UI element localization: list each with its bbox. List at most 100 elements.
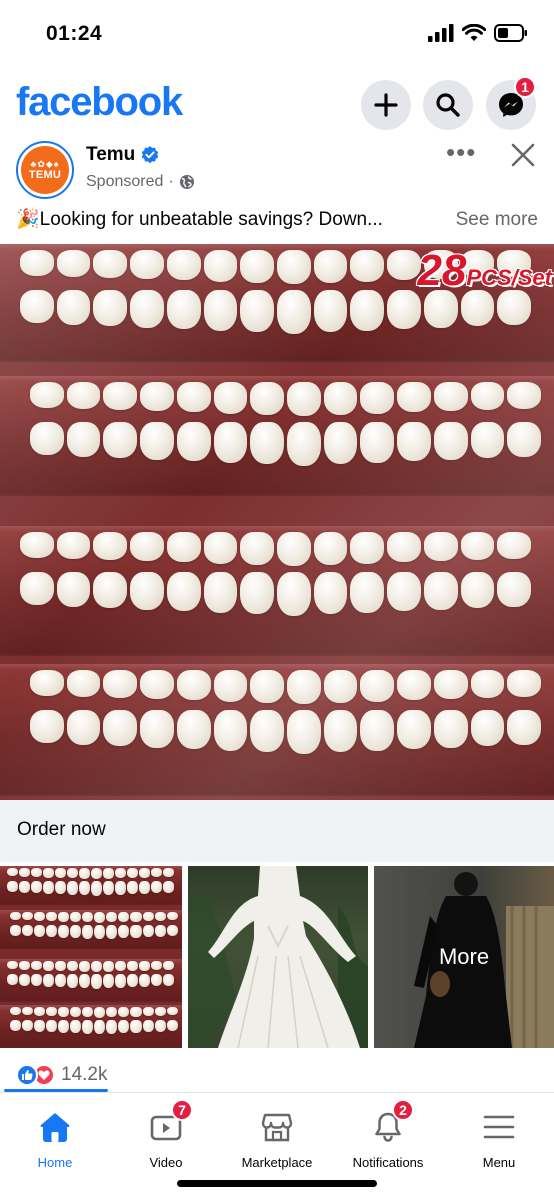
- tooth: [70, 924, 82, 939]
- nav-label-video: Video: [149, 1155, 183, 1170]
- wifi-icon: [462, 24, 486, 41]
- tooth: [9, 1006, 21, 1015]
- tooth: [130, 924, 142, 938]
- tooth: [6, 867, 18, 877]
- status-time: 01:24: [46, 22, 103, 45]
- nav-home[interactable]: Home: [0, 1101, 110, 1173]
- tooth: [103, 974, 115, 989]
- tooth: [94, 911, 106, 923]
- tooth: [127, 961, 139, 972]
- notifications-badge: 2: [392, 1099, 414, 1121]
- tooth: [94, 1006, 106, 1018]
- search-icon: [436, 93, 460, 117]
- tooth: [103, 867, 115, 879]
- tooth: [6, 881, 18, 893]
- nav-video[interactable]: 7 Video: [111, 1099, 221, 1173]
- tooth: [130, 1019, 142, 1033]
- order-now-bar[interactable]: Order now: [0, 800, 554, 862]
- tooth: [78, 881, 90, 896]
- tooth: [154, 911, 166, 921]
- tooth: [46, 924, 58, 938]
- tooth: [130, 911, 142, 922]
- search-button[interactable]: [423, 80, 473, 130]
- tooth: [139, 867, 151, 878]
- tooth: [103, 881, 115, 896]
- tooth: [142, 924, 154, 938]
- tooth: [46, 1019, 58, 1033]
- page-name-label: Temu: [86, 144, 136, 165]
- tooth: [163, 881, 175, 893]
- nav-menu[interactable]: Menu: [444, 1101, 554, 1173]
- carousel-item-teeth[interactable]: [0, 866, 182, 1048]
- white-dress-image: [188, 866, 368, 1048]
- post-caption: 🎉Looking for unbeatable savings? Down...…: [16, 206, 540, 234]
- close-icon[interactable]: [508, 140, 538, 170]
- facebook-logo[interactable]: facebook: [16, 80, 183, 125]
- tooth: [142, 1006, 154, 1017]
- tooth: [30, 867, 42, 878]
- sponsored-line: Sponsored ·: [86, 173, 195, 191]
- tooth: [58, 924, 70, 938]
- tooth: [142, 911, 154, 922]
- tooth: [34, 1019, 46, 1032]
- page-name[interactable]: Temu: [86, 144, 159, 166]
- tooth: [34, 1006, 46, 1016]
- tooth: [46, 911, 58, 922]
- post-image[interactable]: 28PCS/Set: [0, 244, 554, 800]
- product-carousel: More: [0, 866, 554, 1048]
- tooth: [163, 974, 175, 986]
- page-avatar[interactable]: ♣✿◆♠ TEMU: [16, 141, 74, 199]
- tooth: [34, 911, 46, 921]
- tooth: [58, 1006, 70, 1017]
- sponsored-label: Sponsored: [86, 173, 164, 190]
- see-more-link[interactable]: See more: [449, 206, 538, 234]
- tooth: [58, 1019, 70, 1033]
- nav-label-menu: Menu: [482, 1155, 516, 1170]
- tooth: [42, 974, 54, 987]
- battery-icon: [494, 24, 527, 42]
- reaction-count: 14.2k: [61, 1064, 108, 1085]
- home-icon: [37, 1109, 73, 1145]
- separator-dot: ·: [168, 173, 174, 190]
- nav-marketplace[interactable]: Marketplace: [222, 1101, 332, 1173]
- promo-number: 28: [417, 246, 467, 295]
- more-label: More: [374, 866, 554, 1048]
- app-header: facebook 1: [0, 76, 554, 134]
- tooth: [66, 867, 78, 879]
- tooth: [18, 961, 30, 970]
- messenger-button[interactable]: 1: [486, 76, 536, 130]
- tooth: [106, 924, 118, 939]
- tooth: [82, 924, 94, 939]
- tooth: [127, 867, 139, 878]
- tooth: [78, 974, 90, 989]
- tooth: [9, 911, 21, 920]
- tooth: [9, 924, 21, 936]
- tooth: [78, 867, 90, 879]
- carousel-item-more[interactable]: More: [374, 866, 554, 1048]
- create-button[interactable]: [361, 80, 411, 130]
- tooth: [139, 881, 151, 894]
- reactions-summary[interactable]: 14.2k: [16, 1062, 107, 1088]
- tooth: [166, 911, 178, 921]
- tooth: [91, 867, 103, 880]
- menu-icon: [481, 1109, 517, 1145]
- globe-icon: [179, 175, 194, 189]
- post-header: ♣✿◆♠ TEMU Temu Sponsored · •••: [0, 138, 554, 200]
- tooth: [78, 961, 90, 972]
- tooth: [54, 867, 66, 878]
- tooth: [54, 974, 66, 988]
- promo-suffix: PCS/Set: [466, 265, 552, 290]
- tooth: [30, 974, 42, 987]
- tooth: [42, 867, 54, 878]
- temu-logo-glyphs: ♣✿◆♠: [30, 158, 60, 169]
- tooth: [142, 1019, 154, 1033]
- nav-label-marketplace: Marketplace: [241, 1155, 313, 1170]
- carousel-item-white-dress[interactable]: [188, 866, 368, 1048]
- more-options-icon[interactable]: •••: [446, 139, 476, 165]
- tooth: [103, 961, 115, 972]
- tooth: [6, 974, 18, 986]
- tooth: [46, 1006, 58, 1017]
- tooth: [115, 881, 127, 895]
- tooth: [21, 1019, 34, 1032]
- nav-notifications[interactable]: 2 Notifications: [333, 1099, 443, 1173]
